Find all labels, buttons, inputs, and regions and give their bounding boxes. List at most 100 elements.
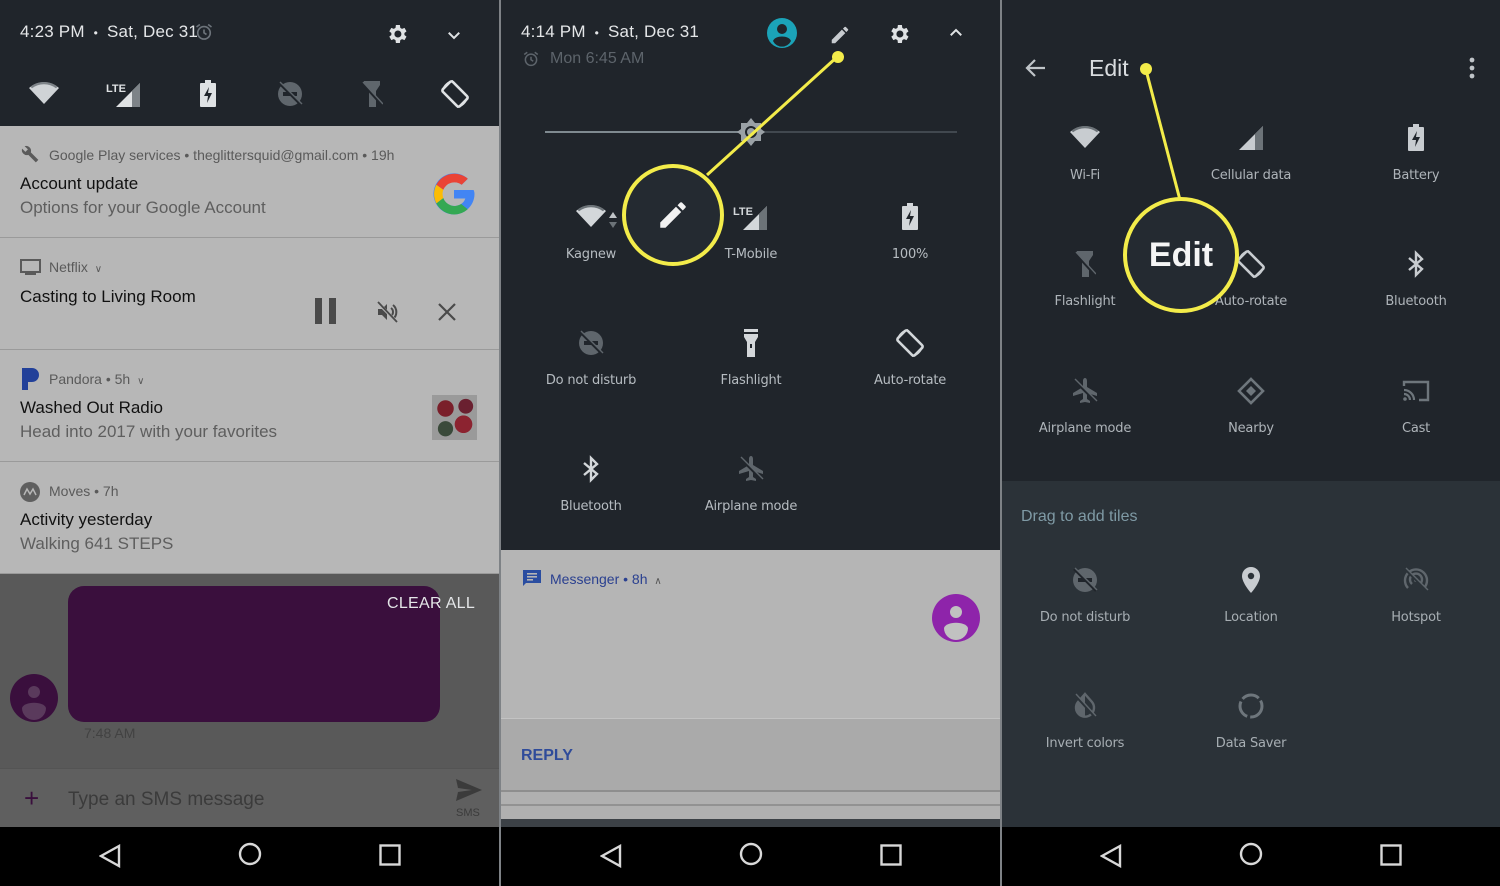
active-tile-wi-fi[interactable]: Wi-Fi	[1005, 121, 1165, 183]
available-tile-hotspot[interactable]: Hotspot	[1336, 563, 1496, 625]
pause-icon[interactable]	[315, 298, 337, 324]
reply-button[interactable]: REPLY	[521, 747, 573, 765]
active-tile-nearby[interactable]: Nearby	[1171, 374, 1331, 436]
location-pin-icon	[1171, 563, 1331, 597]
settings-gear-icon[interactable]	[887, 22, 911, 46]
tile-do-not-disturb[interactable]: Do not disturb	[511, 326, 671, 388]
active-tile-airplane-mode[interactable]: Airplane mode	[1005, 374, 1165, 436]
notification-google-account[interactable]: Google Play services • theglittersquid@g…	[0, 126, 499, 238]
sms-message-input[interactable]: Type an SMS message	[68, 789, 264, 811]
notification-title: Casting to Living Room	[20, 287, 196, 306]
tile-label: Airplane mode	[704, 499, 798, 514]
notification-title: Washed Out Radio	[20, 398, 163, 417]
send-sms-label: SMS	[456, 807, 480, 819]
home-button[interactable]	[739, 842, 763, 871]
battery-charging-icon[interactable]	[199, 80, 217, 108]
home-button[interactable]	[238, 842, 262, 871]
cast-icon	[1336, 374, 1496, 408]
sms-compose-bar: + Type an SMS message SMS	[0, 768, 499, 827]
tile-airplane-mode[interactable]: Airplane mode	[671, 452, 831, 514]
notification-messenger[interactable]: Messenger • 8h ∧	[501, 550, 1000, 718]
notification-moves[interactable]: Moves • 7h Activity yesterday Walking 64…	[0, 462, 499, 574]
active-tile-battery[interactable]: Battery	[1336, 121, 1496, 183]
date-text: Sat, Dec 31	[107, 22, 199, 41]
svg-text:LTE: LTE	[106, 83, 126, 95]
notification-title: Account update	[20, 174, 139, 193]
back-button[interactable]	[1099, 843, 1122, 873]
lte-signal-icon[interactable]: LTE	[106, 80, 142, 108]
back-arrow-icon[interactable]	[1024, 56, 1048, 80]
brightness-thumb-icon[interactable]	[736, 117, 766, 152]
app-name: Netflix	[49, 259, 88, 275]
navigation-bar	[501, 827, 1000, 886]
time-text: 4:23 PM	[20, 22, 85, 41]
expand-chevron-icon[interactable]: ∨	[137, 376, 144, 387]
clear-all-button[interactable]: CLEAR ALL	[387, 595, 475, 613]
brightness-slider[interactable]	[545, 118, 957, 146]
settings-gear-icon[interactable]	[385, 22, 409, 46]
flashlight-off-icon[interactable]	[361, 80, 383, 108]
data-saver-icon	[1171, 689, 1331, 723]
tile-flashlight[interactable]: Flashlight	[671, 326, 831, 388]
battery-charging-icon	[1336, 121, 1496, 155]
tile-100[interactable]: 100%	[830, 200, 990, 262]
notification-app-line: Pandora • 5h ∨	[49, 371, 144, 387]
tile-bluetooth[interactable]: Bluetooth	[511, 452, 671, 514]
tile-label: Cellular data	[1210, 168, 1292, 183]
add-attachment-icon[interactable]: +	[24, 783, 39, 814]
back-button[interactable]	[599, 843, 622, 873]
moves-logo-icon	[20, 482, 40, 502]
available-tile-invert-colors[interactable]: Invert colors	[1005, 689, 1165, 751]
available-tile-location[interactable]: Location	[1171, 563, 1331, 625]
callout-edit-label: Edit	[1148, 235, 1214, 274]
notification-netflix-cast[interactable]: Netflix ∨ Casting to Living Room	[0, 238, 499, 350]
stacked-notifications	[501, 790, 1000, 827]
active-tile-cellular-data[interactable]: Cellular data	[1171, 121, 1331, 183]
expand-chevron-icon[interactable]: ∨	[95, 264, 102, 275]
send-icon[interactable]	[456, 779, 482, 801]
home-button[interactable]	[1239, 842, 1263, 871]
do-not-disturb-icon	[1005, 563, 1165, 597]
collapse-chevron-up-icon[interactable]	[947, 24, 965, 42]
wifi-icon[interactable]	[28, 82, 60, 106]
available-tile-data-saver[interactable]: Data Saver	[1171, 689, 1331, 751]
auto-rotate-icon	[830, 326, 990, 360]
tile-label: Bluetooth	[560, 499, 622, 514]
mute-icon[interactable]	[375, 300, 399, 324]
notification-text: Head into 2017 with your favorites	[20, 422, 278, 441]
navigation-bar	[1002, 827, 1500, 886]
next-alarm-text[interactable]: Mon 6:45 AM	[550, 50, 644, 68]
quick-settings-expanded: 4:14 PM • Sat, Dec 31 Mon 6:45 AM Kagnew…	[501, 0, 1000, 886]
quick-settings-panel: 4:14 PM • Sat, Dec 31 Mon 6:45 AM Kagnew…	[501, 0, 1000, 550]
do-not-disturb-icon[interactable]	[276, 80, 304, 108]
tile-label: Wi-Fi	[1069, 168, 1100, 183]
auto-rotate-icon[interactable]	[439, 78, 471, 110]
overflow-menu-icon[interactable]	[1469, 57, 1475, 79]
expand-chevron-down-icon[interactable]	[445, 26, 463, 44]
contact-avatar-icon	[932, 594, 980, 642]
close-icon[interactable]	[438, 303, 456, 321]
notification-pandora[interactable]: Pandora • 5h ∨ Washed Out Radio Head int…	[0, 350, 499, 462]
navigation-bar	[0, 827, 499, 886]
recents-button[interactable]	[1380, 844, 1402, 871]
back-button[interactable]	[98, 843, 121, 873]
active-tile-bluetooth[interactable]: Bluetooth	[1336, 247, 1496, 309]
edit-page-title: Edit	[1089, 55, 1129, 81]
available-tiles-area: Drag to add tiles Do not disturb Location…	[1002, 481, 1500, 827]
available-tile-do-not-disturb[interactable]: Do not disturb	[1005, 563, 1165, 625]
cellular-signal-icon	[1171, 121, 1331, 155]
airplane-mode-icon	[671, 452, 831, 486]
notification-app-line: Moves • 7h	[49, 483, 119, 499]
collapse-chevron-icon[interactable]: ∧	[654, 576, 661, 587]
google-logo-icon	[430, 170, 478, 218]
time-text: 4:14 PM	[521, 22, 586, 41]
recents-button[interactable]	[379, 844, 401, 871]
active-tile-cast[interactable]: Cast	[1336, 374, 1496, 436]
tile-label: Battery	[1392, 168, 1440, 183]
recents-button[interactable]	[880, 844, 902, 871]
user-avatar-icon[interactable]	[767, 18, 797, 48]
edit-pencil-icon[interactable]	[829, 24, 851, 46]
svg-text:LTE: LTE	[733, 206, 753, 218]
messenger-app-icon	[523, 570, 541, 586]
tile-auto-rotate[interactable]: Auto-rotate	[830, 326, 990, 388]
